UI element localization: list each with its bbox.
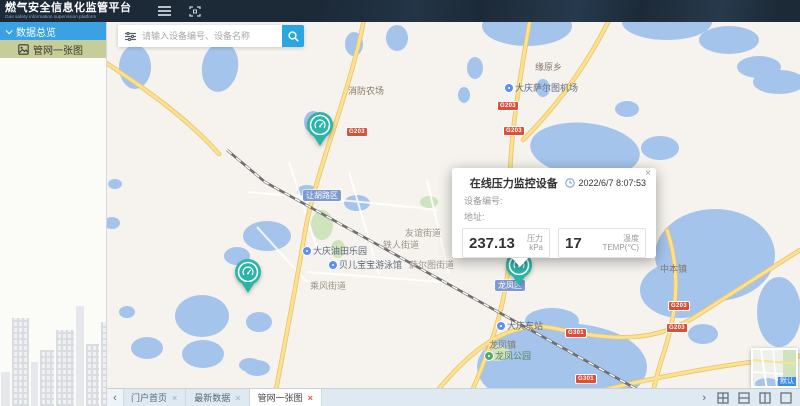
- road-shield: G203: [666, 323, 688, 333]
- device-marker[interactable]: [306, 111, 334, 151]
- device-id-field: 设备编号:: [452, 191, 656, 207]
- road-shield: G301: [565, 328, 587, 338]
- map-label: 大庆油田乐园: [303, 244, 367, 257]
- road-shield: G203: [497, 101, 519, 111]
- park-poi-icon: [485, 352, 493, 360]
- map-label: 萨尔图街道: [409, 258, 454, 271]
- sidebar-item-pipeline-map[interactable]: 管网一张图: [0, 40, 106, 58]
- chevron-down-icon: [6, 27, 13, 34]
- tab-scroll-right-icon[interactable]: ›: [702, 392, 706, 404]
- tab-pipeline-map[interactable]: 管网一张图 ×: [250, 389, 322, 406]
- map-image-icon: [18, 44, 29, 55]
- map-label: 缘原乡: [535, 60, 562, 73]
- layout-split-vertical-icon[interactable]: [759, 392, 771, 404]
- fullscreen-icon[interactable]: [189, 6, 201, 17]
- airport-poi-icon: [505, 84, 513, 92]
- tab-portal-home[interactable]: 门户首页 ×: [123, 389, 186, 406]
- top-header: 燃气安全信息化监管平台 Gas safety information super…: [0, 0, 800, 22]
- layout-single-icon[interactable]: [780, 392, 792, 404]
- temperature-label: 温度TEMP(℃): [602, 234, 639, 252]
- tab-close-icon[interactable]: ×: [172, 393, 177, 403]
- temperature-value: 17: [565, 235, 582, 252]
- map-label: 友谊街道: [405, 226, 441, 239]
- layout-split-horizontal-icon[interactable]: [738, 392, 750, 404]
- marker-tail: [241, 282, 255, 293]
- map-label: 大庆东站: [497, 319, 543, 332]
- bottom-tab-bar: ‹ 门户首页 × 最新数据 × 管网一张图 × ›: [107, 388, 800, 406]
- search-icon: [288, 31, 299, 42]
- map-label: 消防农场: [348, 84, 384, 97]
- pressure-label: 压力kPa: [527, 234, 543, 252]
- city-skyline-illustration: [0, 288, 107, 406]
- device-search-bar: [118, 25, 304, 47]
- layout-grid-icon[interactable]: [717, 392, 729, 404]
- road-shield: G203: [668, 301, 690, 311]
- tab-label: 最新数据: [194, 391, 230, 404]
- clock-icon: [565, 178, 575, 188]
- tab-close-icon[interactable]: ×: [235, 393, 240, 403]
- attraction-poi-icon: [303, 247, 311, 255]
- map-label: 铁人街道: [383, 238, 419, 251]
- app-window: 燃气安全信息化监管平台 Gas safety information super…: [0, 0, 800, 406]
- tab-latest-data[interactable]: 最新数据 ×: [186, 389, 249, 406]
- map-label: 乘风街道: [310, 279, 346, 292]
- sidebar: 数据总览 管网一张图: [0, 22, 107, 406]
- tab-label: 管网一张图: [258, 391, 303, 404]
- attraction-poi-icon: [329, 261, 337, 269]
- road-shield: G203: [346, 127, 368, 137]
- search-input[interactable]: [142, 31, 282, 41]
- search-button[interactable]: [282, 25, 304, 47]
- popup-datetime: 2022/6/7 8:07:53: [565, 178, 646, 188]
- road-shield: G301: [575, 374, 597, 384]
- sidebar-item-label: 管网一张图: [33, 42, 83, 57]
- device-info-popup: × 在线压力监控设备 2022/6/7 8:07:53 设备编号: 地址: 23…: [452, 168, 656, 258]
- station-poi-icon: [497, 322, 505, 330]
- tab-label: 门户首页: [131, 391, 167, 404]
- sidebar-group-label: 数据总览: [16, 24, 56, 39]
- app-brand: 燃气安全信息化监管平台 Gas safety information super…: [0, 3, 132, 20]
- device-marker[interactable]: [234, 258, 262, 298]
- minimap[interactable]: 默认: [751, 348, 798, 388]
- tab-scroll-left-icon[interactable]: ‹: [107, 389, 123, 406]
- map-label: 贝儿宝宝游泳馆: [329, 258, 402, 271]
- app-subtitle: Gas safety information supervision platf…: [5, 15, 125, 20]
- pressure-value: 237.13: [469, 235, 515, 252]
- close-icon[interactable]: ×: [645, 169, 651, 179]
- tab-close-icon[interactable]: ×: [308, 393, 313, 403]
- minimap-default-button[interactable]: 默认: [778, 377, 796, 386]
- map-label: 龙凤公园: [485, 349, 531, 362]
- app-title: 燃气安全信息化监管平台: [5, 3, 132, 14]
- map-label: 让胡路区: [303, 190, 341, 201]
- marker-tail: [313, 135, 327, 146]
- address-field: 地址:: [452, 207, 656, 223]
- map-label: 大庆萨尔图机场: [505, 81, 578, 94]
- sidebar-group-data-overview[interactable]: 数据总览: [0, 22, 106, 40]
- map-label: 中本镇: [660, 262, 687, 275]
- filter-icon[interactable]: [125, 32, 136, 41]
- pressure-metric: 237.13 压力kPa: [462, 228, 550, 258]
- temperature-metric: 17 温度TEMP(℃): [558, 228, 646, 258]
- road-shield: G203: [503, 126, 525, 136]
- marker-tail: [512, 275, 526, 286]
- menu-hamburger-icon[interactable]: [158, 6, 171, 16]
- popup-title: 在线压力监控设备: [462, 175, 565, 191]
- map-canvas[interactable]: 消防农场 缘原乡大庆萨尔图机场让胡路区大庆油田乐园贝儿宝宝游泳馆 铁人街道友谊街道萨…: [107, 22, 800, 406]
